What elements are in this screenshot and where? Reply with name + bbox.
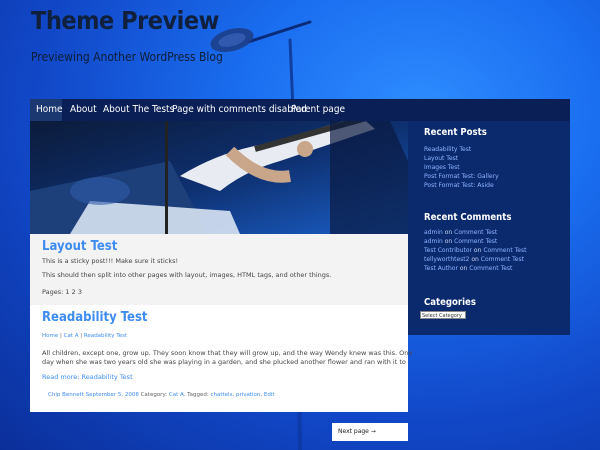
widget-title-recent-comments: Recent Comments bbox=[424, 212, 512, 223]
page-link[interactable]: 2 bbox=[72, 288, 76, 296]
recent-posts-list: Readability Test Layout Test Images Test… bbox=[424, 145, 499, 190]
recent-comment-item: Test Contributor on Comment Test bbox=[424, 247, 527, 254]
guitarist-image bbox=[30, 121, 408, 234]
page-link[interactable]: 3 bbox=[78, 288, 82, 296]
recent-post-link[interactable]: Images Test bbox=[424, 163, 499, 172]
recent-comment-item: admin on Comment Test bbox=[424, 229, 498, 236]
post-text: This is a sticky post!!! Make sure it st… bbox=[42, 257, 179, 265]
post-readability-test: Readability Test Home | Cat A | Readabil… bbox=[30, 305, 412, 412]
header-image bbox=[30, 121, 408, 234]
nav-item-home[interactable]: Home bbox=[30, 99, 63, 121]
comment-post-link[interactable]: Comment Test bbox=[483, 247, 526, 254]
tag-link[interactable]: chattels bbox=[210, 392, 232, 398]
nav-item-about-the-tests[interactable]: About The Tests bbox=[103, 99, 174, 121]
recent-post-link[interactable]: Readability Test bbox=[424, 145, 499, 154]
nav-item-parent-page[interactable]: Parent page bbox=[291, 99, 345, 121]
edit-link[interactable]: Edit bbox=[264, 392, 275, 398]
comment-post-link[interactable]: Comment Test bbox=[469, 265, 512, 272]
post-meta: Chip Bennett September 5, 2008 Category:… bbox=[48, 392, 275, 398]
recent-post-link[interactable]: Post Format Test: Gallery bbox=[424, 172, 499, 181]
nav-item-about[interactable]: About bbox=[70, 99, 97, 121]
recent-post-link[interactable]: Layout Test bbox=[424, 154, 499, 163]
read-more-link[interactable]: Read more: Readability Test bbox=[42, 373, 133, 381]
site-description: Previewing Another WordPress Blog bbox=[31, 50, 223, 64]
post-title[interactable]: Readability Test bbox=[42, 310, 148, 325]
recent-comment-item: tellyworthtest2 on Comment Test bbox=[424, 256, 524, 263]
breadcrumb-current[interactable]: Readability Test bbox=[84, 333, 127, 339]
comment-post-link[interactable]: Comment Test bbox=[481, 256, 524, 263]
comment-author-link[interactable]: tellyworthtest2 bbox=[424, 256, 469, 263]
main-navigation: Home About About The Tests Page with com… bbox=[30, 99, 570, 121]
page-link[interactable]: 1 bbox=[65, 288, 69, 296]
post-layout-test: Layout Test This is a sticky post!!! Mak… bbox=[30, 234, 408, 305]
recent-comment-item: admin on Comment Test bbox=[424, 238, 498, 245]
comment-author-link[interactable]: Test Author bbox=[424, 265, 458, 272]
widget-title-recent-posts: Recent Posts bbox=[424, 127, 487, 138]
comment-post-link[interactable]: Comment Test bbox=[454, 238, 497, 245]
post-title[interactable]: Layout Test bbox=[42, 239, 117, 254]
post-excerpt: All children, except one, grow up. They … bbox=[42, 349, 413, 357]
date-link[interactable]: September 5, 2008 bbox=[86, 392, 139, 398]
breadcrumb: Home | Cat A | Readability Test bbox=[42, 333, 128, 339]
author-link[interactable]: Chip Bennett bbox=[48, 392, 84, 398]
post-excerpt: day when she was two years old she was p… bbox=[42, 358, 406, 366]
category-link[interactable]: Cat A bbox=[169, 392, 184, 398]
tag-link[interactable]: privation bbox=[236, 392, 260, 398]
comment-post-link[interactable]: Comment Test bbox=[454, 229, 497, 236]
comment-author-link[interactable]: Test Contributor bbox=[424, 247, 472, 254]
breadcrumb-category[interactable]: Cat A bbox=[64, 333, 79, 339]
widget-title-categories: Categories bbox=[424, 297, 476, 308]
next-page-button[interactable]: Next page → bbox=[332, 423, 408, 441]
post-text: This should then split into other pages … bbox=[42, 271, 332, 279]
site-title[interactable]: Theme Preview bbox=[31, 6, 219, 35]
nav-item-page-comments-disabled[interactable]: Page with comments disabled bbox=[172, 99, 307, 121]
breadcrumb-home[interactable]: Home bbox=[42, 333, 58, 339]
comment-author-link[interactable]: admin bbox=[424, 238, 443, 245]
comment-author-link[interactable]: admin bbox=[424, 229, 443, 236]
recent-post-link[interactable]: Post Format Test: Aside bbox=[424, 181, 499, 190]
recent-comments-list: admin on Comment Test admin on Comment T… bbox=[424, 228, 526, 273]
recent-comment-item: Test Author on Comment Test bbox=[424, 265, 513, 272]
post-pagination: Pages: 1 2 3 bbox=[42, 288, 82, 296]
category-select[interactable]: Select Category bbox=[420, 311, 466, 319]
